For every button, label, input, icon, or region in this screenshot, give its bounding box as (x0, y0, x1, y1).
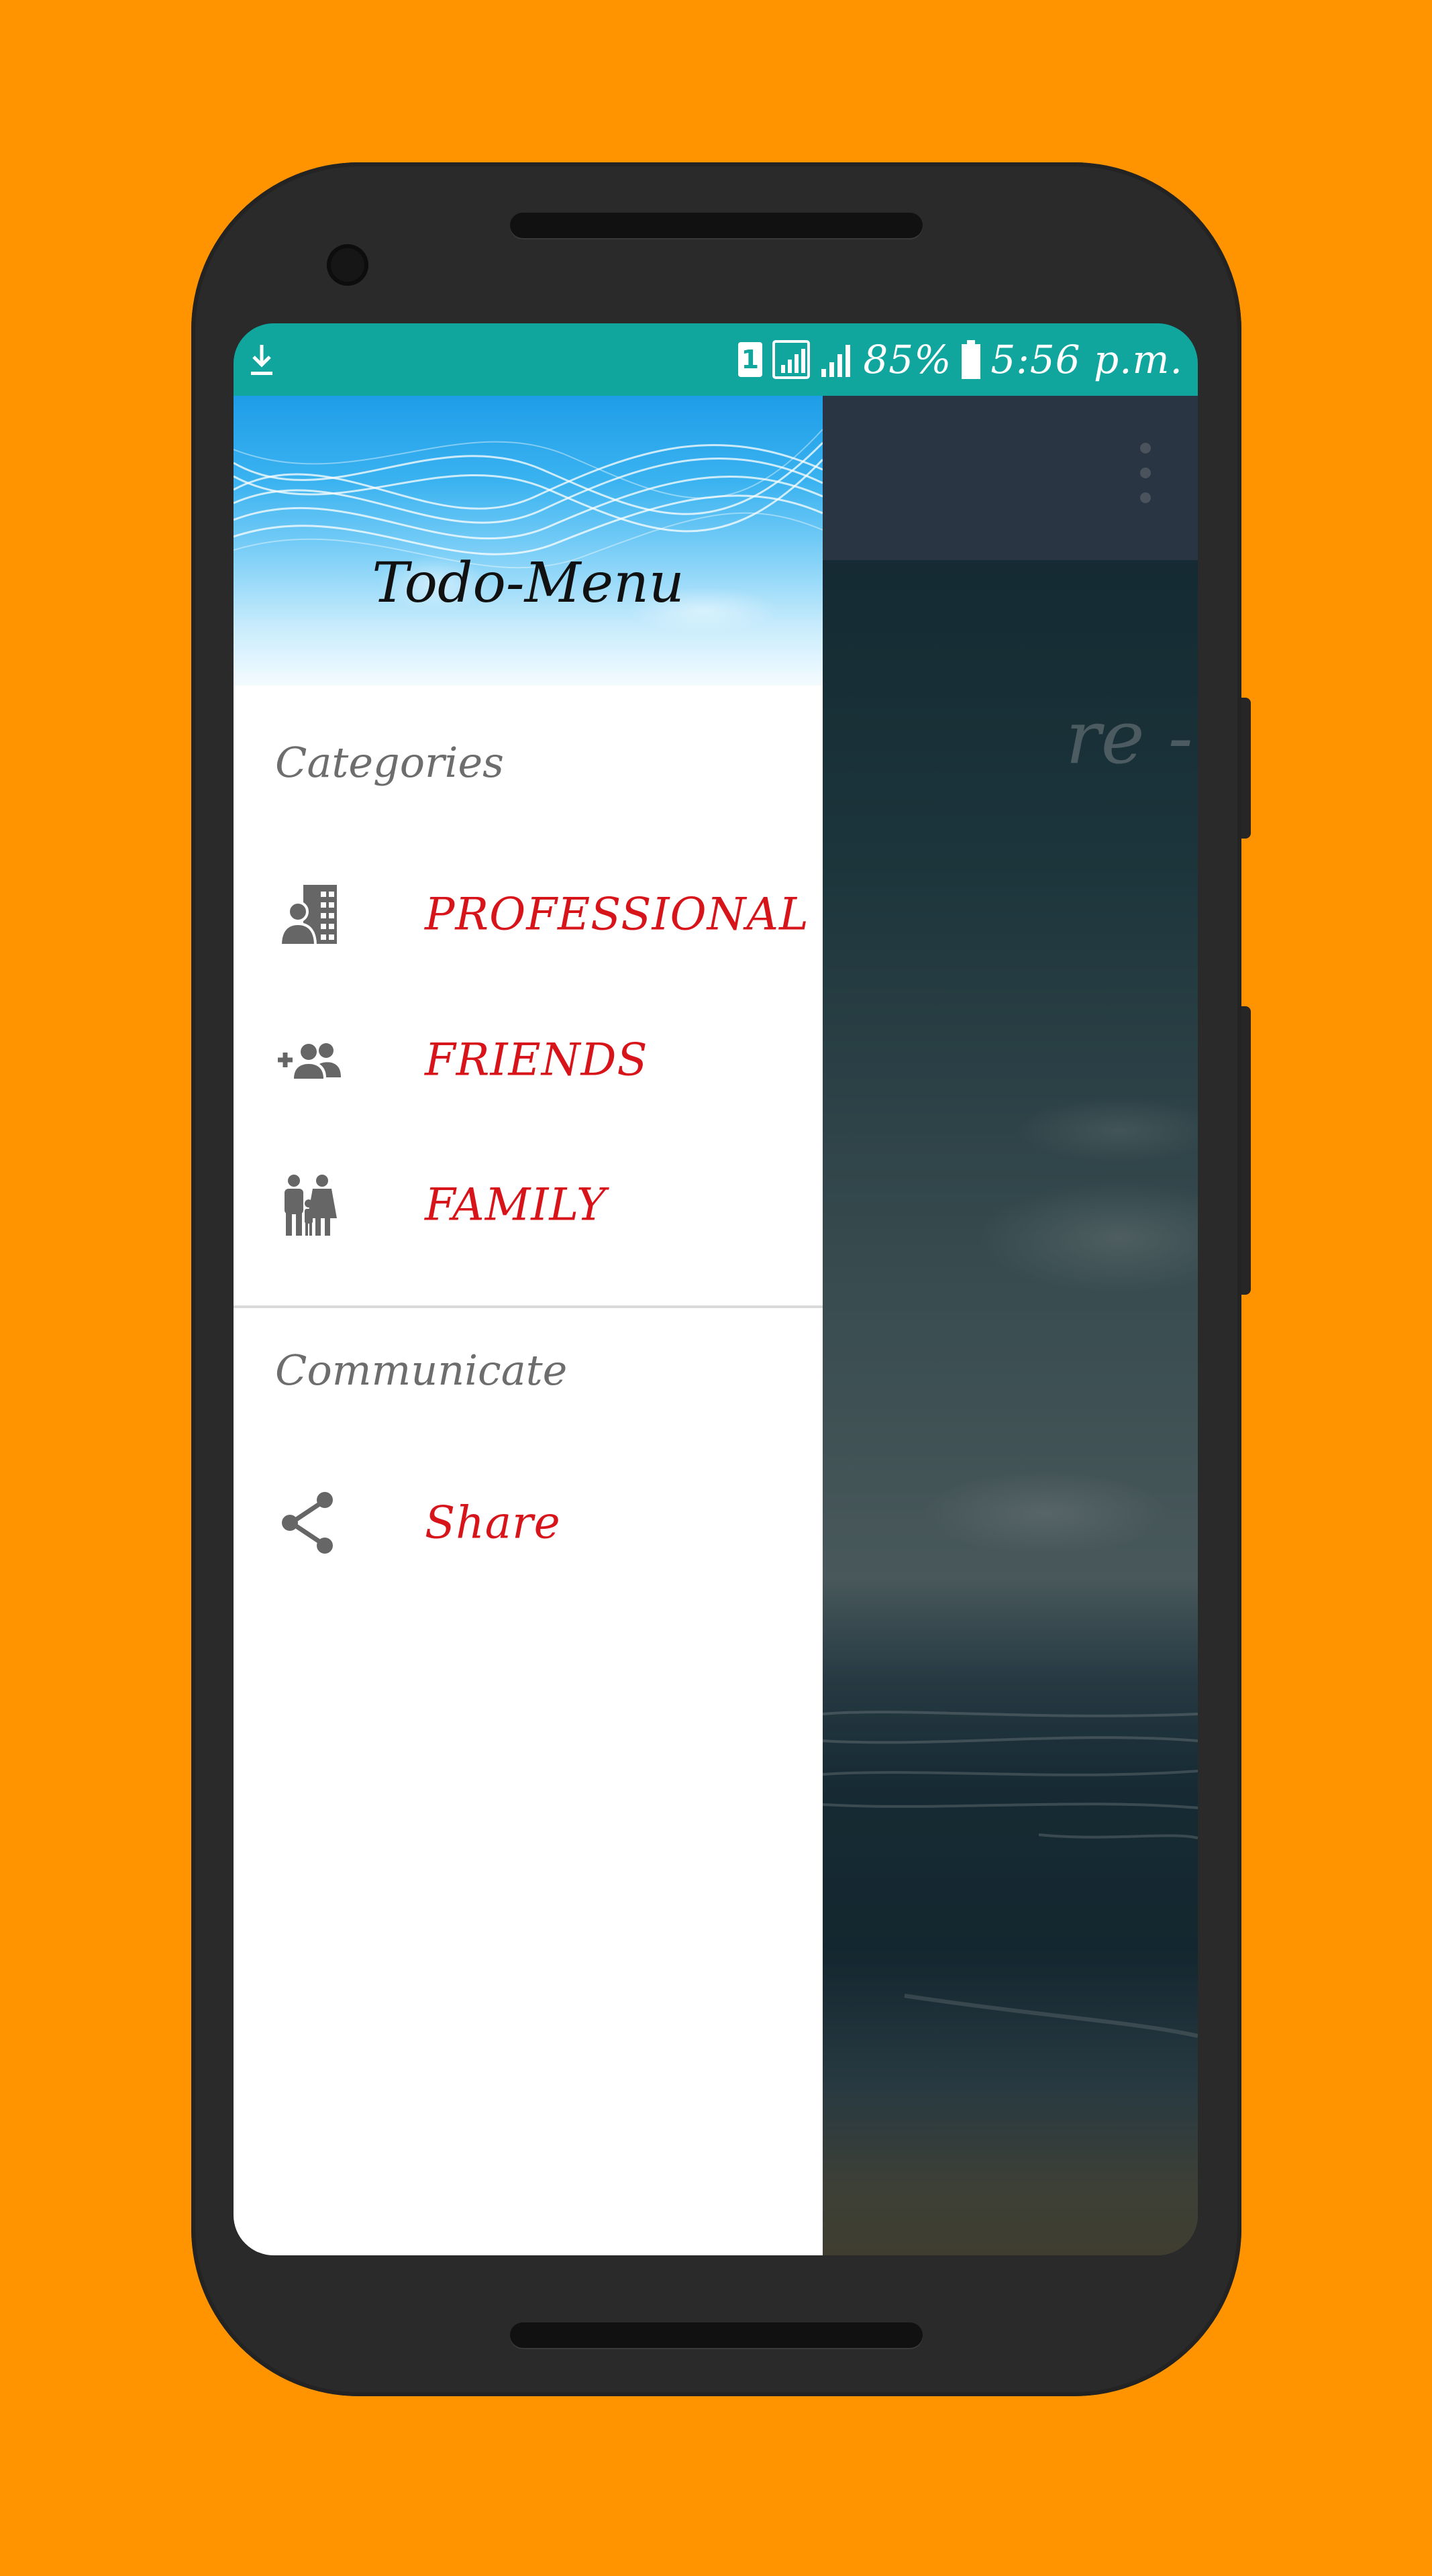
menu-item-friends[interactable]: FRIENDS (234, 993, 823, 1127)
battery-icon (962, 340, 981, 379)
download-icon (251, 345, 272, 375)
battery-percentage: 85% (863, 337, 952, 382)
family-icon (285, 1175, 337, 1236)
front-camera (327, 244, 368, 286)
menu-item-friends-label: FRIENDS (425, 1034, 648, 1086)
top-speaker (510, 213, 923, 238)
bottom-speaker (510, 2322, 923, 2348)
signal-boxed-icon (772, 340, 811, 379)
navigation-drawer: Todo-Menu Categories PROFESSIONAL FRIEND… (234, 396, 823, 2255)
volume-button (1241, 1006, 1251, 1295)
menu-item-family-label: FAMILY (425, 1179, 607, 1231)
power-button (1241, 698, 1251, 839)
menu-item-share-label: Share (425, 1497, 561, 1549)
status-bar: 1 85% 5:56 p.m. (234, 323, 1198, 396)
communicate-section-label: Communicate (275, 1346, 568, 1395)
signal-icon (821, 345, 851, 377)
menu-item-share[interactable]: Share (234, 1456, 823, 1590)
menu-item-professional-label: PROFESSIONAL (425, 888, 809, 941)
menu-item-family[interactable]: FAMILY (234, 1138, 823, 1272)
drawer-title: Todo-Menu (372, 551, 684, 615)
group-add-icon (278, 1043, 341, 1079)
business-contact-icon (278, 885, 337, 947)
section-divider (234, 1305, 823, 1308)
wave-pattern (234, 429, 823, 569)
sim-icon: 1 (738, 342, 763, 377)
menu-item-professional[interactable]: PROFESSIONAL (234, 847, 823, 981)
share-icon (282, 1492, 333, 1554)
clock: 5:56 p.m. (990, 337, 1183, 382)
phone-screen: re - 1 85% 5:56 p.m. Todo-Menu Categorie… (234, 323, 1198, 2255)
drawer-header: Todo-Menu (234, 396, 823, 686)
categories-section-label: Categories (275, 738, 504, 787)
